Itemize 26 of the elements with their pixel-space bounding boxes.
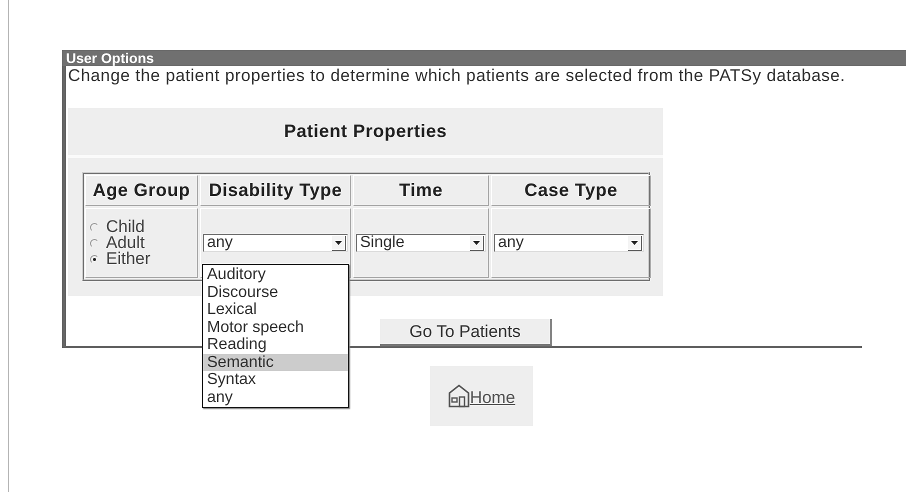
radio-button[interactable] <box>90 254 99 264</box>
dropdown-option[interactable]: Syntax <box>203 371 348 388</box>
dropdown-option[interactable]: Discourse <box>203 284 348 301</box>
dropdown-option[interactable]: Motor speech <box>203 318 348 336</box>
column-header: Age Group <box>85 175 198 206</box>
dropdown-option[interactable]: Auditory <box>203 266 348 284</box>
dropdown[interactable]: any <box>203 234 348 252</box>
dropdown[interactable]: any <box>494 234 644 252</box>
submit-button[interactable]: Go To Patients <box>380 319 552 346</box>
radio-button[interactable] <box>90 238 99 248</box>
dropdown-option[interactable]: any <box>203 388 348 406</box>
radio-button[interactable] <box>90 222 99 232</box>
house-icon <box>448 384 470 408</box>
dropdown-option[interactable]: Reading <box>203 336 348 354</box>
radio-label: Adult <box>106 235 145 251</box>
column-header: Time <box>353 175 489 206</box>
radio-label: Child <box>106 219 146 235</box>
panel-title: User Options <box>62 50 906 66</box>
column-header: Case Type <box>491 175 651 206</box>
column-header: Disability Type <box>200 175 351 206</box>
dropdown-option[interactable]: Semantic <box>203 354 348 371</box>
radio-label: Either <box>106 251 152 267</box>
section-heading: Patient Properties <box>68 108 663 158</box>
description: Change the patient properties to determine which patients are selected from the PATSy database. <box>67 66 846 84</box>
dropdown[interactable]: Single <box>356 234 486 252</box>
dropdown-option[interactable]: Lexical <box>203 301 348 318</box>
